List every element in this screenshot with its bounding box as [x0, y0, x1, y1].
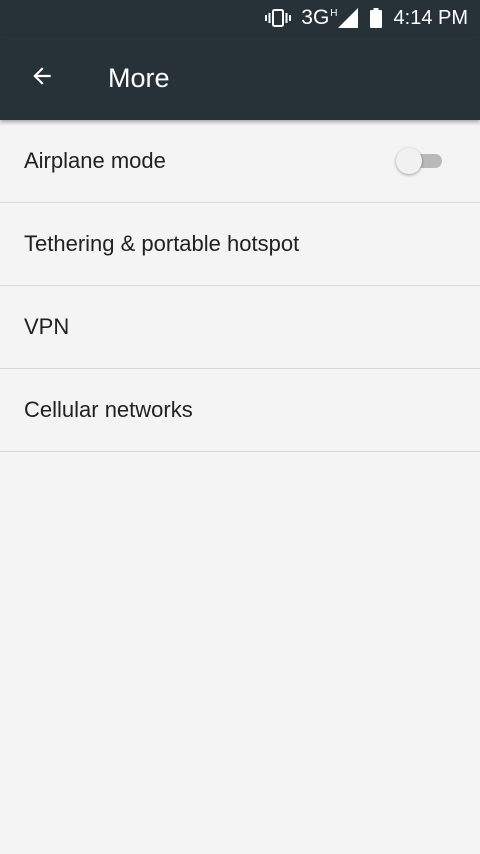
toggle-thumb [396, 148, 422, 174]
settings-list: Airplane mode Tethering & portable hotsp… [0, 120, 480, 452]
settings-item-vpn[interactable]: VPN [0, 286, 480, 369]
status-icons: 3GH 4:14 PM [265, 0, 468, 36]
settings-item-label: Airplane mode [24, 148, 166, 173]
status-bar: 3GH 4:14 PM [0, 0, 480, 36]
arrow-back-icon [29, 63, 55, 94]
settings-item-airplane-mode[interactable]: Airplane mode [0, 120, 480, 203]
settings-item-label: Cellular networks [24, 397, 193, 422]
clock-time: 4:14 PM [393, 7, 468, 29]
back-button[interactable] [16, 54, 68, 102]
network-type-text: 3G [301, 5, 330, 29]
settings-item-label: VPN [24, 314, 70, 339]
vibrate-icon [265, 8, 292, 28]
page-title: More [108, 63, 170, 93]
settings-item-tethering-hotspot[interactable]: Tethering & portable hotspot [0, 203, 480, 286]
settings-item-label: Tethering & portable hotspot [24, 231, 300, 256]
settings-item-cellular-networks[interactable]: Cellular networks [0, 369, 480, 452]
battery-icon [369, 8, 382, 28]
airplane-mode-toggle[interactable] [396, 148, 442, 174]
app-toolbar: More [0, 36, 480, 120]
network-type-label: 3GH [301, 7, 337, 28]
network-type-superscript: H [330, 7, 338, 19]
signal-strength-icon [337, 8, 358, 28]
